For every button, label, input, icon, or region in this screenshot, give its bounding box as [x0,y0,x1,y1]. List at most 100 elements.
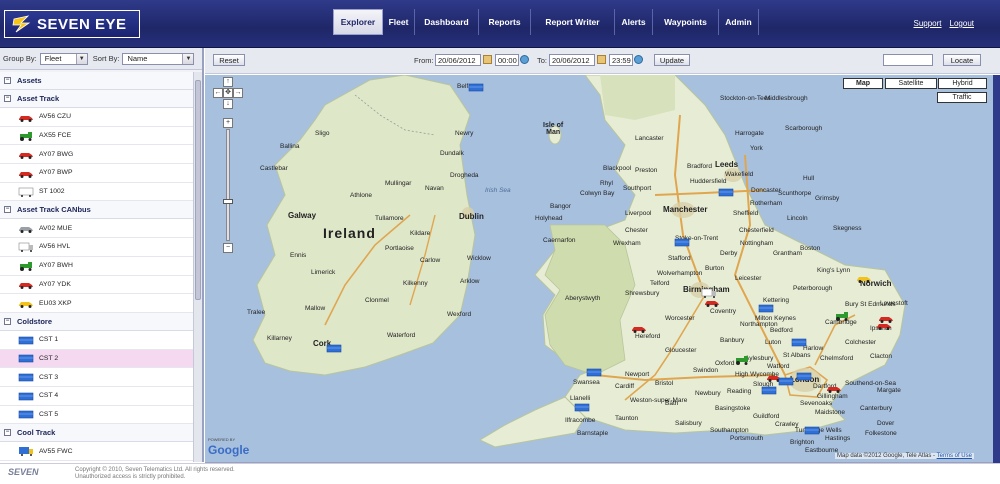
nav-tab-alerts[interactable]: Alerts [615,9,653,35]
collapse-icon[interactable]: − [4,206,11,214]
collapse-icon[interactable]: − [4,317,11,325]
nav-tab-reports[interactable]: Reports [479,9,531,35]
tree-item[interactable]: AV56 CZU [0,108,193,127]
vehicle-marker-yellow-car-icon[interactable] [855,273,873,283]
locate-input[interactable] [883,54,933,66]
traffic-toggle[interactable]: Traffic [937,92,987,103]
map-type-satellite[interactable]: Satellite [885,78,937,89]
tree-item[interactable]: CST 2 [0,349,193,369]
place-label-canterbury: Canterbury [860,405,893,412]
vehicle-marker-blue-container-icon[interactable] [760,385,778,395]
tree-item[interactable]: AY07 BWH [0,257,193,276]
vehicle-marker-blue-container-icon[interactable] [790,337,808,347]
support-link[interactable]: Support [914,19,942,28]
vehicle-marker-blue-container-icon[interactable] [585,367,603,377]
place-label-southport: Southport [623,185,652,192]
vehicle-marker-blue-container-icon[interactable] [757,303,775,313]
vehicle-marker-blue-container-icon[interactable] [325,343,343,353]
tree-group-asset-track-canbus[interactable]: − Asset Track CANbus [0,201,193,220]
tree-item[interactable]: AV56 HVL [0,238,193,257]
vehicle-marker-red-car-icon[interactable] [703,297,721,307]
reset-button[interactable]: Reset [213,54,245,66]
place-label-waterford: Waterford [387,332,416,339]
nav-tab-waypoints[interactable]: Waypoints [653,9,719,35]
place-label-arklow: Arklow [460,278,480,285]
to-time-field[interactable]: 23:59 [609,54,633,66]
pan-up-icon[interactable]: ↑ [223,77,233,87]
place-label-llanelli: Llanelli [570,395,591,402]
nav-tab-explorer[interactable]: Explorer [333,9,383,35]
tree-item[interactable]: AY07 YDK [0,276,193,295]
collapse-icon[interactable]: − [4,429,11,437]
place-label-scarborough: Scarborough [785,125,823,132]
place-label-basingstoke: Basingstoke [715,405,751,412]
collapse-icon[interactable]: − [4,77,11,84]
vehicle-marker-green-tractor-icon[interactable] [733,355,751,365]
pan-center-icon[interactable]: ✥ [223,88,233,98]
tree-item[interactable]: CST 5 [0,406,193,425]
collapse-icon[interactable]: − [4,95,11,102]
vehicle-marker-blue-container-icon[interactable] [467,82,485,92]
google-logo[interactable]: Google [208,443,249,457]
vehicle-marker-blue-container-icon[interactable] [717,187,735,197]
tree-group-cool-track[interactable]: − Cool Track [0,424,193,443]
zoom-in-icon[interactable]: + [223,118,233,128]
vehicle-marker-red-car-icon[interactable] [825,383,843,393]
tree-item[interactable]: ST 1002 [0,183,193,202]
vehicle-marker-blue-container-icon[interactable] [803,425,821,435]
tree-item[interactable]: AV55 FWC [0,442,193,461]
calendar-icon[interactable] [483,55,492,64]
locate-button[interactable]: Locate [943,54,981,66]
vehicle-marker-green-tractor-icon[interactable] [833,311,851,321]
nav-tab-fleet[interactable]: Fleet [383,9,415,35]
scrollbar-thumb[interactable] [195,80,201,300]
vehicle-marker-blue-container-icon[interactable] [777,376,795,386]
seven-eye-logo[interactable]: SEVEN EYE [4,10,140,38]
tree-item[interactable]: CST 3 [0,368,193,387]
map-type-hybrid[interactable]: Hybrid [938,78,987,89]
pan-right-icon[interactable]: → [233,88,243,98]
place-label-reading: Reading [727,388,752,395]
nav-tab-dashboard[interactable]: Dashboard [415,9,479,35]
tree-item[interactable]: AX55 FCE [0,127,193,146]
vehicle-marker-blue-container-icon[interactable] [673,237,691,247]
tree-item[interactable]: EU03 XKP [0,294,193,313]
to-date-field[interactable]: 20/06/2012 [549,54,595,66]
map-canvas[interactable]: ↑ ← ✥ → ↓ + − Map Satellite Hybrid Traffic… [205,75,993,463]
tree-item[interactable]: AV02 MUE [0,219,193,239]
clock-icon[interactable] [520,55,529,64]
nav-tab-report-writer[interactable]: Report Writer [531,9,615,35]
update-button[interactable]: Update [654,54,690,66]
from-time-field[interactable]: 00:00 [495,54,519,66]
tree-item[interactable]: AY07 BWG [0,145,193,165]
map-type-map[interactable]: Map [843,78,883,89]
terms-of-use-link[interactable]: Terms of Use [937,453,972,459]
sidebar-scrollbar[interactable] [193,72,202,462]
vehicle-marker-red-car-icon[interactable] [630,323,648,333]
tree-item[interactable]: CST 4 [0,387,193,406]
vehicle-marker-blue-container-icon[interactable] [795,371,813,381]
tree-group-label: Coldstore [17,316,53,326]
zoom-slider-thumb[interactable] [223,199,233,204]
clock-icon[interactable] [634,55,643,64]
tree-item[interactable]: AY07 BWP [0,164,193,183]
tree-root-assets[interactable]: − Assets [0,72,193,90]
vehicle-marker-blue-container-icon[interactable] [573,402,591,412]
from-date-field[interactable]: 20/06/2012 [435,54,481,66]
nav-tab-admin[interactable]: Admin [719,9,759,35]
tree-group-asset-track[interactable]: − Asset Track [0,90,193,108]
pan-down-icon[interactable]: ↓ [223,99,233,109]
calendar-icon[interactable] [597,55,606,64]
sort-by-select[interactable]: Name ▼ [122,52,195,65]
pan-left-icon[interactable]: ← [213,88,223,98]
zoom-out-icon[interactable]: − [223,243,233,253]
place-label-salisbury: Salisbury [675,420,702,427]
vehicle-marker-red-car-icon[interactable] [877,313,895,323]
group-by-select[interactable]: Fleet ▼ [39,52,88,65]
logout-link[interactable]: Logout [950,19,974,28]
place-label-portlaoise: Portlaoise [385,245,414,252]
zoom-slider-track[interactable] [226,129,230,241]
tree-item[interactable]: CST 1 [0,331,193,350]
tree-group-coldstore[interactable]: − Coldstore [0,312,193,331]
place-label-mullingar: Mullingar [385,180,412,187]
